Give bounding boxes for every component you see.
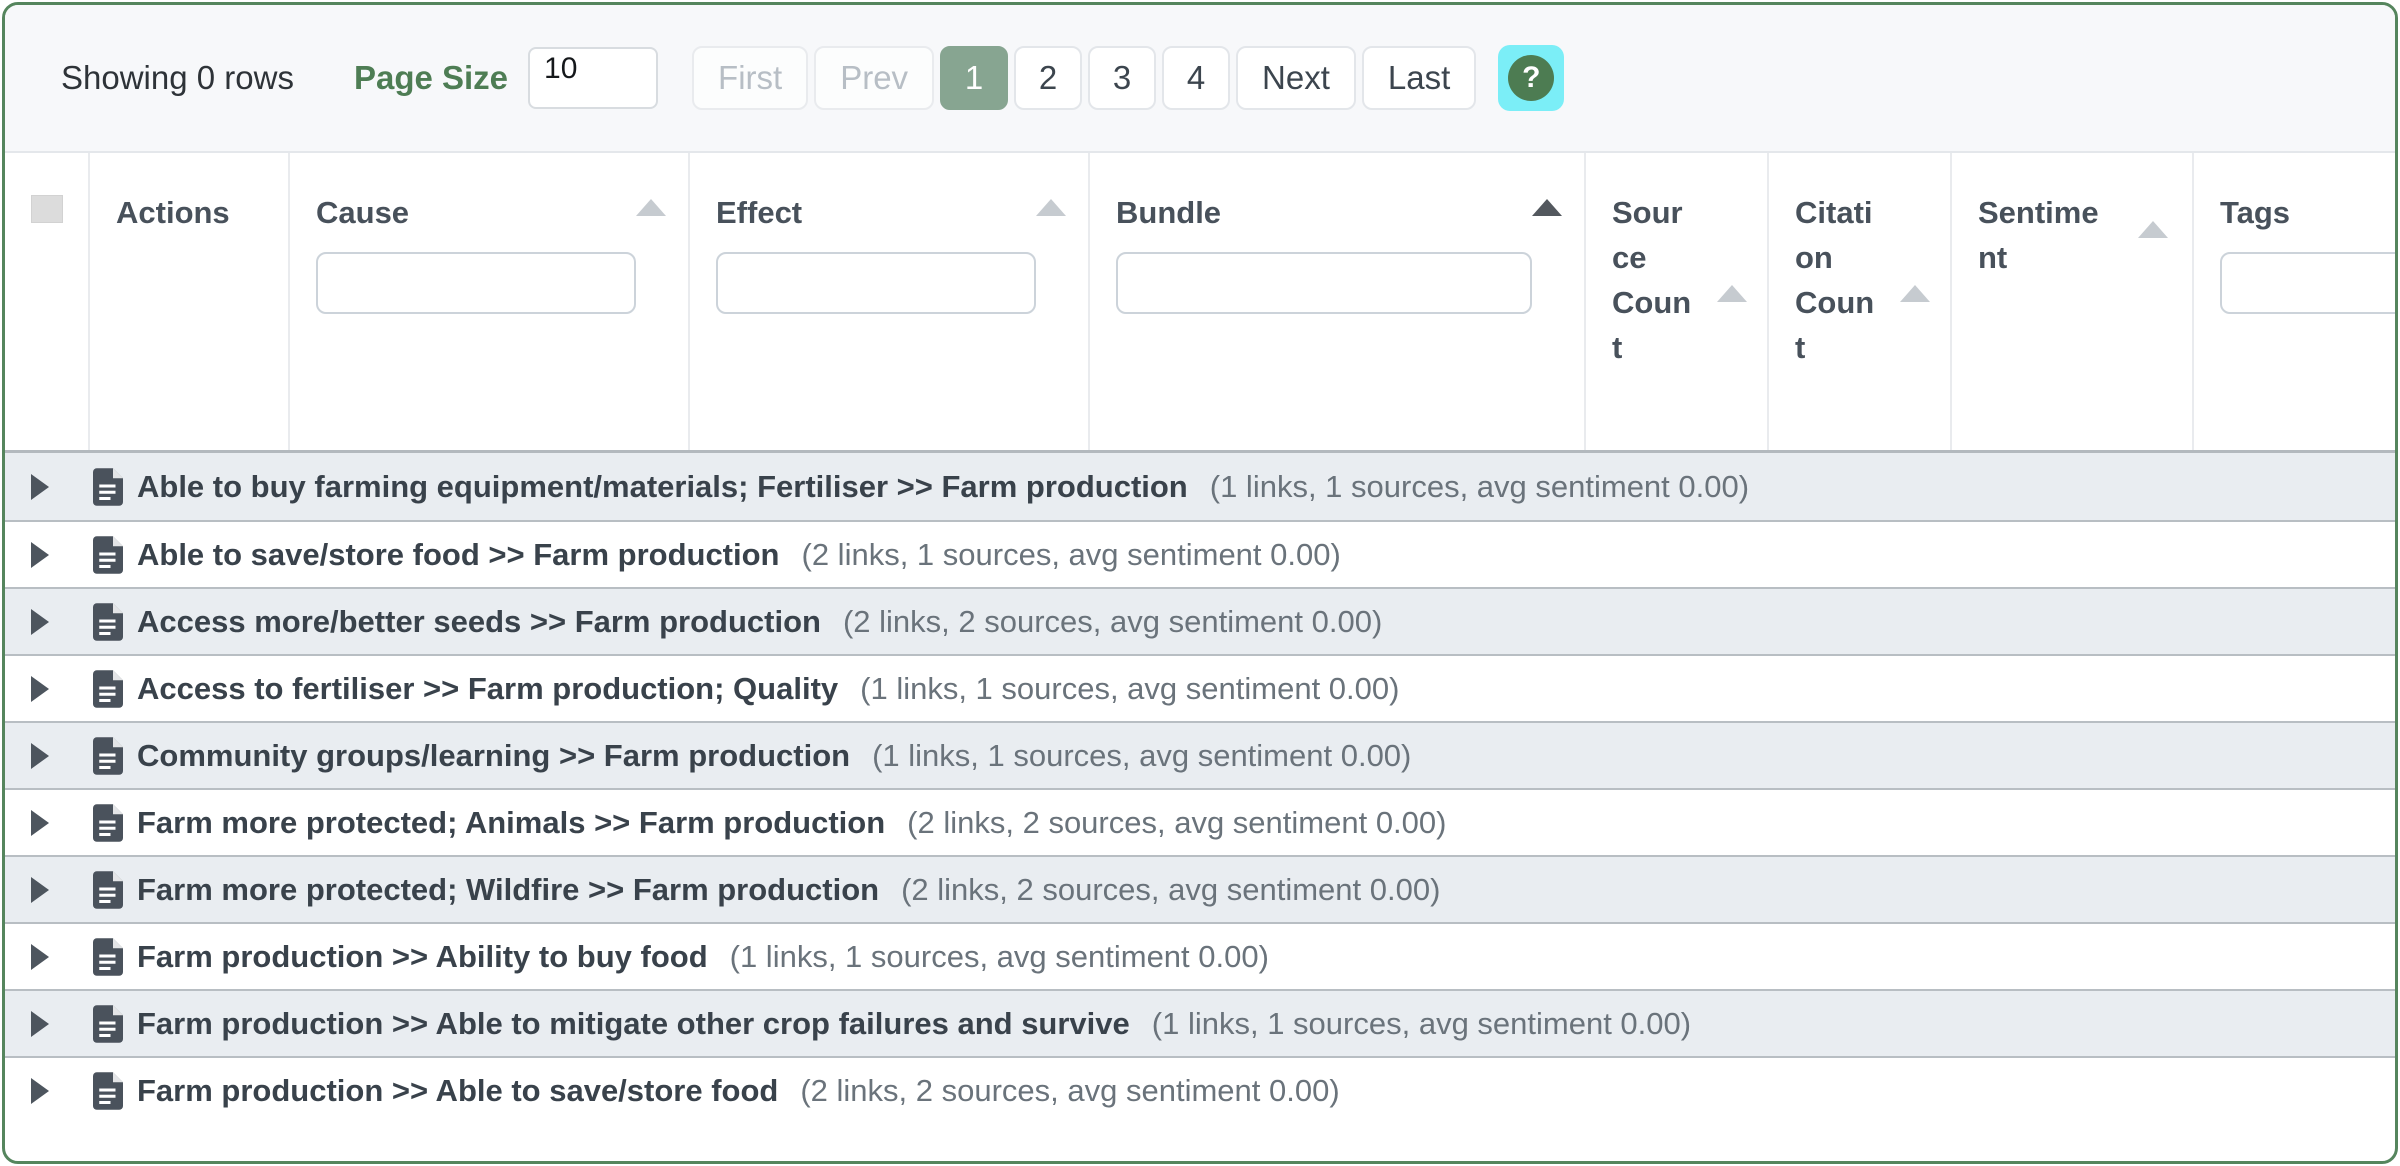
group-meta: (1 links, 1 sources, avg sentiment 0.00) — [1210, 469, 1749, 505]
expand-caret-icon[interactable] — [31, 474, 49, 500]
pagination-first-button[interactable]: First — [692, 46, 808, 110]
document-icon — [93, 871, 123, 909]
expand-caret-icon[interactable] — [31, 542, 49, 568]
sort-asc-icon[interactable] — [1717, 285, 1747, 302]
pagination-next-button[interactable]: Next — [1236, 46, 1356, 110]
select-all-checkbox[interactable] — [31, 195, 63, 223]
group-row[interactable]: Farm production >> Ability to buy food (… — [5, 922, 2395, 989]
tags-filter-input[interactable] — [2220, 252, 2398, 314]
pagination-prev-button[interactable]: Prev — [814, 46, 934, 110]
effect-filter-input[interactable] — [716, 252, 1036, 314]
help-button[interactable]: ? — [1498, 45, 1564, 111]
header-cell-tags: Tags — [2194, 153, 2398, 450]
table-header: Actions Cause Effect Bundle Source Count… — [5, 153, 2395, 453]
pagination-page-4-button[interactable]: 4 — [1162, 46, 1230, 110]
group-row[interactable]: Farm production >> Able to save/store fo… — [5, 1056, 2395, 1123]
toolbar: Showing 0 rows Page Size First Prev 1 2 … — [5, 5, 2395, 153]
group-row[interactable]: Able to buy farming equipment/materials;… — [5, 453, 2395, 520]
group-title: Farm more protected; Wildfire >> Farm pr… — [137, 872, 879, 908]
group-meta: (1 links, 1 sources, avg sentiment 0.00) — [1152, 1006, 1691, 1042]
expand-caret-icon[interactable] — [31, 1011, 49, 1037]
group-title: Community groups/learning >> Farm produc… — [137, 738, 850, 774]
expand-caret-icon[interactable] — [31, 609, 49, 635]
group-meta: (2 links, 1 sources, avg sentiment 0.00) — [802, 537, 1341, 573]
group-row[interactable]: Farm more protected; Animals >> Farm pro… — [5, 788, 2395, 855]
group-meta: (2 links, 2 sources, avg sentiment 0.00) — [843, 604, 1382, 640]
column-label-cause: Cause — [316, 191, 688, 236]
header-cell-source-count[interactable]: Source Count — [1586, 153, 1769, 450]
expand-caret-icon[interactable] — [31, 810, 49, 836]
column-label-tags: Tags — [2220, 191, 2398, 236]
sort-asc-icon[interactable] — [1900, 285, 1930, 302]
sort-asc-icon[interactable] — [2138, 221, 2168, 238]
group-row[interactable]: Access more/better seeds >> Farm product… — [5, 587, 2395, 654]
expand-caret-icon[interactable] — [31, 877, 49, 903]
expand-caret-icon[interactable] — [31, 743, 49, 769]
expand-caret-icon[interactable] — [31, 1078, 49, 1104]
group-title: Access to fertiliser >> Farm production;… — [137, 671, 838, 707]
header-cell-actions: Actions — [90, 153, 290, 450]
bundle-filter-input[interactable] — [1116, 252, 1532, 314]
document-icon — [93, 737, 123, 775]
pagination-last-button[interactable]: Last — [1362, 46, 1476, 110]
group-title: Farm production >> Able to mitigate othe… — [137, 1006, 1130, 1042]
column-label-sentiment: Sentiment — [1978, 191, 2110, 281]
row-count-status: Showing 0 rows — [61, 59, 294, 97]
group-meta: (2 links, 2 sources, avg sentiment 0.00) — [800, 1073, 1339, 1109]
header-cell-cause[interactable]: Cause — [290, 153, 690, 450]
group-meta: (1 links, 1 sources, avg sentiment 0.00) — [730, 939, 1269, 975]
group-title: Farm production >> Ability to buy food — [137, 939, 708, 975]
column-label-bundle: Bundle — [1116, 191, 1584, 236]
expand-caret-icon[interactable] — [31, 944, 49, 970]
cause-filter-input[interactable] — [316, 252, 636, 314]
document-icon — [93, 804, 123, 842]
document-icon — [93, 468, 123, 506]
group-meta: (2 links, 2 sources, avg sentiment 0.00) — [901, 872, 1440, 908]
column-label-effect: Effect — [716, 191, 1088, 236]
group-meta: (1 links, 1 sources, avg sentiment 0.00) — [872, 738, 1411, 774]
group-row[interactable]: Community groups/learning >> Farm produc… — [5, 721, 2395, 788]
group-meta: (1 links, 1 sources, avg sentiment 0.00) — [860, 671, 1399, 707]
group-row[interactable]: Access to fertiliser >> Farm production;… — [5, 654, 2395, 721]
document-icon — [93, 603, 123, 641]
expand-caret-icon[interactable] — [31, 676, 49, 702]
group-title: Access more/better seeds >> Farm product… — [137, 604, 821, 640]
pagination-page-1-button[interactable]: 1 — [940, 46, 1008, 110]
header-cell-bundle[interactable]: Bundle — [1090, 153, 1586, 450]
document-icon — [93, 938, 123, 976]
header-cell-sentiment[interactable]: Sentiment — [1952, 153, 2194, 450]
group-title: Farm more protected; Animals >> Farm pro… — [137, 805, 885, 841]
document-icon — [93, 536, 123, 574]
sort-asc-active-icon[interactable] — [1532, 199, 1562, 216]
page-size-input[interactable] — [528, 47, 658, 109]
group-title: Able to save/store food >> Farm producti… — [137, 537, 780, 573]
table-body: Able to buy farming equipment/materials;… — [5, 453, 2395, 1123]
pagination-page-3-button[interactable]: 3 — [1088, 46, 1156, 110]
pagination: First Prev 1 2 3 4 Next Last — [692, 46, 1476, 110]
pagination-page-2-button[interactable]: 2 — [1014, 46, 1082, 110]
column-label-source-count: Source Count — [1612, 191, 1692, 371]
table-panel: Showing 0 rows Page Size First Prev 1 2 … — [2, 2, 2398, 1164]
document-icon — [93, 1005, 123, 1043]
sort-asc-icon[interactable] — [636, 199, 666, 216]
page-size-label: Page Size — [354, 59, 508, 97]
group-meta: (2 links, 2 sources, avg sentiment 0.00) — [907, 805, 1446, 841]
group-row[interactable]: Farm more protected; Wildfire >> Farm pr… — [5, 855, 2395, 922]
header-cell-checkbox — [5, 153, 90, 450]
group-row[interactable]: Able to save/store food >> Farm producti… — [5, 520, 2395, 587]
column-label-actions: Actions — [116, 191, 288, 236]
document-icon — [93, 670, 123, 708]
column-label-citation-count: Citation Count — [1795, 191, 1875, 371]
question-mark-icon: ? — [1508, 55, 1554, 101]
document-icon — [93, 1072, 123, 1110]
group-row[interactable]: Farm production >> Able to mitigate othe… — [5, 989, 2395, 1056]
group-title: Farm production >> Able to save/store fo… — [137, 1073, 778, 1109]
header-cell-effect[interactable]: Effect — [690, 153, 1090, 450]
group-title: Able to buy farming equipment/materials;… — [137, 469, 1188, 505]
header-cell-citation-count[interactable]: Citation Count — [1769, 153, 1952, 450]
sort-asc-icon[interactable] — [1036, 199, 1066, 216]
